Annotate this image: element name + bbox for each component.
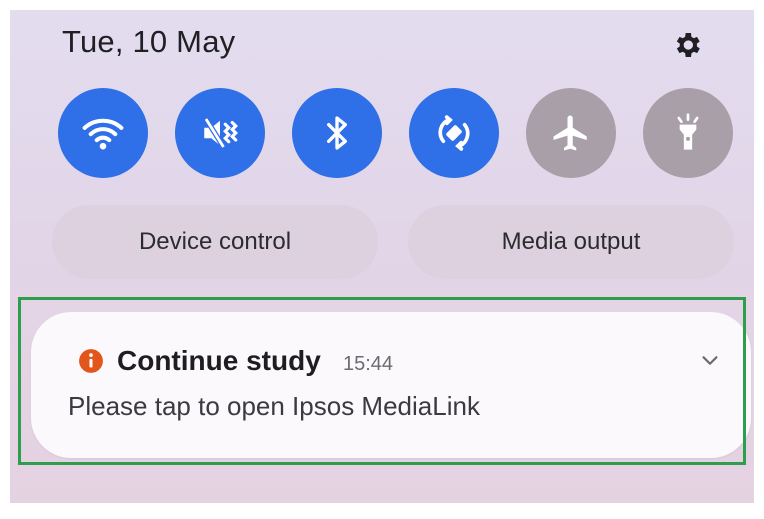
selection-highlight [18,297,746,465]
flashlight-toggle[interactable] [643,88,733,178]
auto-rotate-icon [438,115,470,151]
bluetooth-icon [327,116,347,150]
device-control-button[interactable]: Device control [52,205,378,279]
airplane-icon [553,115,587,151]
mute-vibrate-icon [203,117,238,149]
gear-icon[interactable] [670,28,704,62]
airplane-toggle[interactable] [526,88,616,178]
sound-toggle[interactable] [175,88,265,178]
date-label: Tue, 10 May [62,24,236,59]
flashlight-icon [677,113,699,150]
wifi-icon [82,118,124,150]
wifi-toggle[interactable] [58,88,148,178]
notification-shade: Tue, 10 May Device control Media output … [10,10,754,503]
quick-toggles [58,88,733,180]
bluetooth-toggle[interactable] [292,88,382,178]
media-output-button[interactable]: Media output [408,205,734,279]
auto-rotate-toggle[interactable] [409,88,499,178]
